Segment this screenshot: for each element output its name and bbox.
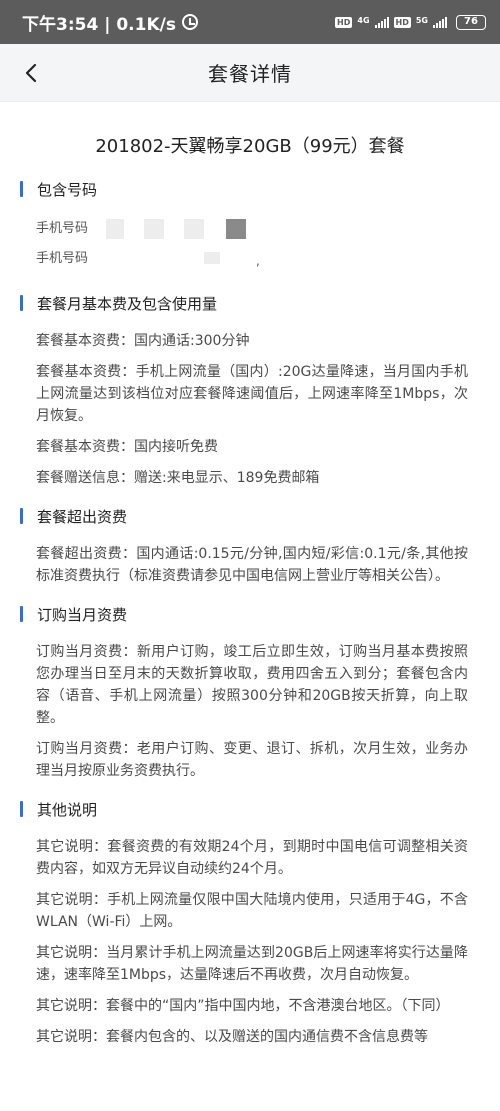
paragraph: 套餐基本资费：手机上网流量（国内）:20G达量降速，当月国内手机上网流量达到该档…	[36, 364, 468, 424]
paragraph: 套餐超出资费：国内通话:0.15元/分钟,国内短/彩信:0.1元/条,其他按标准…	[36, 546, 468, 584]
paragraph: 其它说明：手机上网流量仅限中国大陆境内使用，只适用于4G，不含WLAN（Wi-F…	[36, 892, 468, 930]
signal-icon	[374, 16, 389, 28]
section-title: 订购当月资费	[37, 605, 128, 624]
status-bar: 下午3:54 | 0.1K/s HD 4G HD 5G 76	[0, 0, 500, 44]
paragraph: 其它说明：套餐内包含的、以及赠送的国内通信费不含信息费等	[36, 1029, 428, 1045]
section-title: 套餐月基本费及包含使用量	[37, 294, 218, 313]
section-header: 套餐超出资费	[20, 503, 480, 529]
phone-label: 手机号码	[36, 221, 89, 236]
paragraph: 其它说明：套餐中的“国内”指中国内地，不含港澳台地区。（下同）	[36, 998, 450, 1014]
paragraph: 套餐基本资费：国内接听免费	[36, 439, 218, 455]
section-first-month-fee: 订购当月资费 订购当月资费：新用户订购，竣工后立即生效，订购当月基本费按照您办理…	[0, 601, 500, 782]
nav-bar: 套餐详情	[0, 44, 500, 102]
battery-icon: 76	[456, 14, 486, 30]
section-accent-bar	[20, 181, 23, 197]
network-label: 4G	[357, 15, 370, 25]
section-title: 包含号码	[37, 180, 98, 199]
page-title: 套餐详情	[208, 62, 292, 86]
redacted-mark: ,	[256, 254, 260, 268]
section-other-notes: 其他说明 其它说明：套餐资费的有效期24个月，到期时中国电信可调整相关资费内容，…	[0, 796, 500, 1048]
redacted-block	[106, 219, 124, 239]
time-and-speed: 下午3:54 | 0.1K/s	[22, 14, 176, 35]
section-monthly-fee: 套餐月基本费及包含使用量 套餐基本资费：国内通话:300分钟 套餐基本资费：手机…	[0, 290, 500, 489]
section-body: 套餐基本资费：国内通话:300分钟 套餐基本资费：手机上网流量（国内）:20G达…	[20, 330, 480, 489]
plan-title: 201802-天翼畅享20GB（99元）套餐	[95, 136, 405, 157]
phone-number-row: 手机号码 ,	[36, 244, 468, 274]
section-body: 订购当月资费：新用户订购，竣工后立即生效，订购当月基本费按照您办理当日至月末的天…	[20, 641, 480, 782]
section-title: 套餐超出资费	[37, 507, 128, 526]
section-overage-fee: 套餐超出资费 套餐超出资费：国内通话:0.15元/分钟,国内短/彩信:0.1元/…	[0, 503, 500, 587]
section-included-numbers: 包含号码 手机号码 手机号码 ,	[0, 176, 500, 274]
status-right: HD 4G HD 5G 76	[335, 14, 486, 30]
section-header: 订购当月资费	[20, 601, 480, 627]
section-accent-bar	[20, 801, 23, 817]
network-label: 5G	[415, 15, 428, 25]
section-accent-bar	[20, 508, 23, 524]
paragraph: 套餐赠送信息：赠送:来电显示、189免费邮箱	[36, 470, 320, 486]
paragraph: 其它说明：套餐资费的有效期24个月，到期时中国电信可调整相关资费内容，如双方无异…	[36, 839, 468, 877]
section-accent-bar	[20, 295, 23, 311]
section-header: 套餐月基本费及包含使用量	[20, 290, 480, 316]
signal-icon	[433, 16, 447, 28]
status-left: 下午3:54 | 0.1K/s	[22, 10, 198, 35]
redacted-block	[204, 252, 220, 264]
hd-badge: HD	[335, 16, 353, 28]
section-header: 包含号码	[20, 176, 480, 202]
section-accent-bar	[20, 606, 23, 622]
redacted-block	[144, 219, 164, 239]
section-title: 其他说明	[37, 800, 98, 819]
phone-label: 手机号码	[36, 251, 89, 266]
paragraph: 其它说明：当月累计手机上网流量达到20GB后上网速率将实行达量降速，速率降至1M…	[36, 945, 468, 983]
section-body: 手机号码 手机号码 ,	[20, 214, 480, 274]
paragraph: 订购当月资费：老用户订购、变更、退订、拆机，次月生效，业务办理当月按原业务资费执…	[36, 741, 468, 779]
section-body: 套餐超出资费：国内通话:0.15元/分钟,国内短/彩信:0.1元/条,其他按标准…	[20, 543, 480, 587]
chevron-left-icon[interactable]	[22, 63, 42, 83]
section-body: 其它说明：套餐资费的有效期24个月，到期时中国电信可调整相关资费内容，如双方无异…	[20, 836, 480, 1048]
phone-number-row: 手机号码	[36, 214, 468, 244]
alarm-icon	[181, 14, 198, 30]
redacted-block	[226, 219, 246, 239]
paragraph: 订购当月资费：新用户订购，竣工后立即生效，订购当月基本费按照您办理当日至月末的天…	[36, 644, 468, 726]
hd-badge: HD	[393, 16, 411, 28]
section-header: 其他说明	[20, 796, 480, 822]
redacted-block	[184, 219, 204, 239]
paragraph: 套餐基本资费：国内通话:300分钟	[36, 333, 250, 349]
